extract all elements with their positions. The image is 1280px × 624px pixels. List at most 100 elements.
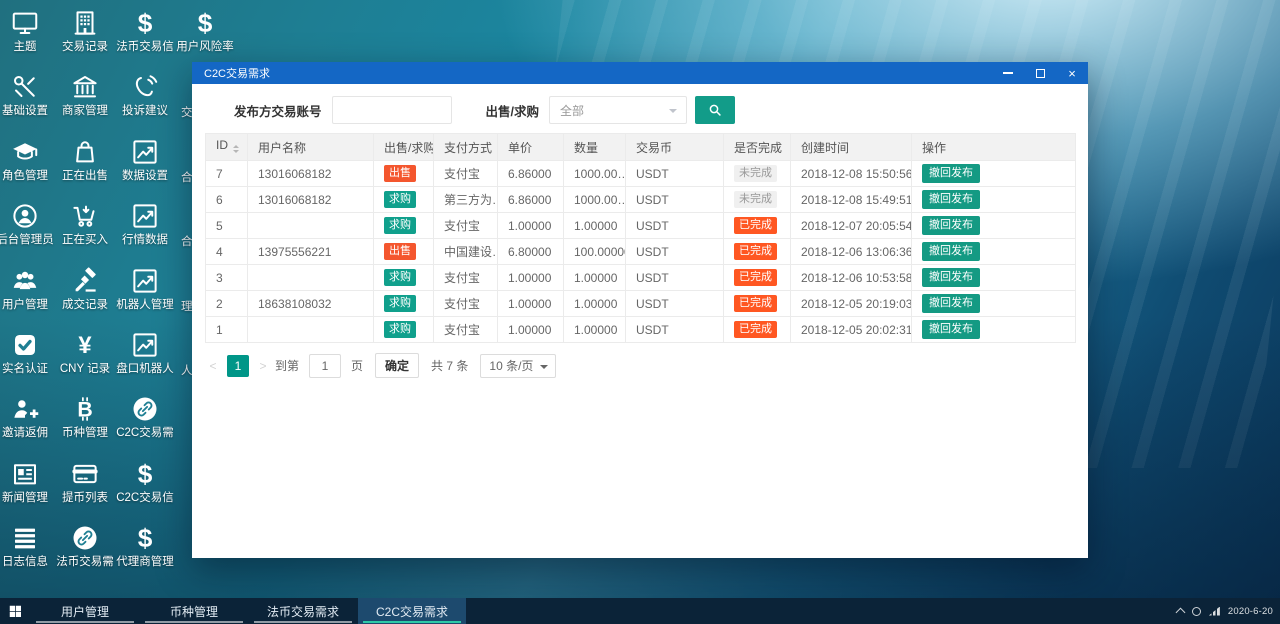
taskbar-item[interactable]: 币种管理: [140, 598, 248, 624]
account-input[interactable]: [331, 96, 452, 124]
desktop-icon[interactable]: $ 法币交易信: [115, 8, 175, 54]
desktop-icon[interactable]: 后台管理员: [0, 201, 55, 247]
desktop-icon[interactable]: 盘口机器人: [115, 330, 175, 376]
taskbar-item[interactable]: 用户管理: [31, 598, 139, 624]
desktop: 主题 基础设置 角色管理 后台管理员 用户管理 实名认证 邀请返佣 新闻管理 日…: [0, 0, 1280, 624]
card-icon: [55, 459, 115, 491]
tray-signal-icon[interactable]: [1208, 606, 1220, 616]
window-controls: ×: [992, 62, 1088, 84]
desktop-icon[interactable]: 主题: [0, 8, 55, 54]
withdraw-publish-button[interactable]: 撤回发布: [922, 190, 980, 209]
building-icon: [55, 8, 115, 40]
cell-status: 未完成: [723, 186, 791, 213]
cell-pay: 支付宝: [433, 160, 498, 187]
dollar-icon: $: [115, 459, 175, 491]
page-unit-label: 页: [351, 359, 364, 373]
withdraw-publish-button[interactable]: 撤回发布: [922, 294, 980, 313]
page-number-button[interactable]: 1: [227, 354, 249, 377]
cell-price: 1.00000: [497, 290, 564, 317]
column-header-id[interactable]: ID: [205, 133, 248, 161]
desktop-icon-label: 币种管理: [62, 427, 108, 440]
maximize-button[interactable]: [1024, 62, 1056, 84]
desktop-icon[interactable]: $ 用户风险率: [175, 8, 235, 54]
desktop-icon-partial-label[interactable]: 合: [181, 233, 193, 249]
withdraw-publish-button[interactable]: 撤回发布: [922, 320, 980, 339]
desktop-icon-partial-label[interactable]: 理: [181, 298, 193, 314]
tray-chevron-icon[interactable]: [1175, 607, 1186, 618]
taskbar-item[interactable]: C2C交易需求: [358, 598, 466, 624]
desktop-icon-partial-label[interactable]: 交: [181, 104, 193, 120]
list-icon: [0, 523, 55, 555]
desktop-icon[interactable]: 日志信息: [0, 523, 55, 569]
desktop-icon[interactable]: $ C2C交易信: [115, 459, 175, 505]
cell-type: 出售: [373, 160, 434, 187]
cell-pay: 第三方为…: [433, 186, 498, 213]
desktop-icon[interactable]: 正在买入: [55, 201, 115, 247]
cell-qty: 1.00000: [563, 290, 626, 317]
tray-clock[interactable]: 2020-6-20: [1228, 606, 1273, 617]
system-tray: 2020-6-20: [1175, 598, 1273, 624]
prev-page-button[interactable]: <: [205, 359, 221, 373]
desktop-icon[interactable]: 机器人管理: [115, 266, 175, 312]
desktop-icon[interactable]: 邀请返佣: [0, 394, 55, 440]
withdraw-publish-button[interactable]: 撤回发布: [922, 242, 980, 261]
cell-status: 已完成: [723, 290, 791, 317]
type-select[interactable]: 全部: [549, 96, 687, 124]
orders-table: ID 用户名称 出售/求购 支付方式 单价 数量 交易币 是否完成 创建时间 操…: [205, 133, 1076, 343]
cell-time: 2018-12-06 13:06:36: [790, 238, 912, 265]
desktop-icon[interactable]: 商家管理: [55, 72, 115, 118]
desktop-icon-label: 用户风险率: [176, 41, 234, 53]
desktop-icon-partial-label[interactable]: 人: [181, 362, 193, 378]
desktop-icon[interactable]: 投诉建议: [115, 72, 175, 118]
pagination: < 1 > 到第 页 确定 共 7 条 10 条/页: [205, 353, 1075, 378]
desktop-icon[interactable]: ¥ CNY 记录: [55, 330, 115, 376]
desktop-icon[interactable]: $ 代理商管理: [115, 523, 175, 569]
minimize-button[interactable]: [992, 62, 1024, 84]
svg-text:¥: ¥: [78, 332, 92, 359]
withdraw-publish-button[interactable]: 撤回发布: [922, 164, 980, 183]
desktop-icon[interactable]: 角色管理: [0, 137, 55, 183]
close-button[interactable]: ×: [1056, 62, 1088, 84]
yen-icon: ¥: [55, 330, 115, 362]
table-row: 6 13016068182 求购 第三方为… 6.86000 1000.00… …: [205, 186, 1076, 213]
next-page-button[interactable]: >: [255, 359, 271, 373]
withdraw-publish-button[interactable]: 撤回发布: [922, 268, 980, 287]
page-size-select[interactable]: 10 条/页: [480, 353, 557, 378]
desktop-icon[interactable]: 实名认证: [0, 330, 55, 376]
desktop-icon[interactable]: 新闻管理: [0, 459, 55, 505]
cell-action: 撤回发布: [911, 212, 1076, 239]
desktop-icon[interactable]: 用户管理: [0, 266, 55, 312]
sort-icon[interactable]: [233, 142, 239, 156]
confirm-button[interactable]: 确定: [375, 353, 420, 378]
maximize-icon: [1035, 68, 1045, 78]
cell-status: 已完成: [723, 264, 791, 291]
cell-pay: 支付宝: [433, 290, 498, 317]
desktop-icon[interactable]: 行情数据: [115, 201, 175, 247]
chart-icon: [115, 266, 175, 298]
cell-qty: 1000.00…: [563, 160, 626, 187]
desktop-icon[interactable]: 数据设置: [115, 137, 175, 183]
desktop-icon[interactable]: C2C交易需: [115, 394, 175, 440]
desktop-icon[interactable]: 基础设置: [0, 72, 55, 118]
search-button[interactable]: [695, 96, 735, 124]
cell-qty: 1.00000: [563, 316, 626, 343]
desktop-icon-partial-label[interactable]: 合: [181, 169, 193, 185]
desktop-icon[interactable]: 交易记录: [55, 8, 115, 54]
cell-user: [247, 264, 374, 291]
withdraw-publish-button[interactable]: 撤回发布: [922, 216, 980, 235]
tray-network-icon[interactable]: [1191, 606, 1201, 616]
type-badge: 出售: [384, 165, 416, 182]
desktop-icon[interactable]: 成交记录: [55, 266, 115, 312]
start-button[interactable]: [0, 598, 30, 624]
desktop-icon[interactable]: 法币交易需: [55, 523, 115, 569]
taskbar-item[interactable]: 法币交易需求: [249, 598, 357, 624]
goto-page-input[interactable]: [309, 353, 342, 378]
window-title: C2C交易需求: [204, 68, 271, 80]
cell-qty: 100.00000: [563, 238, 626, 265]
desktop-icon[interactable]: 提币列表: [55, 459, 115, 505]
cell-price: 1.00000: [497, 316, 564, 343]
desktop-icon[interactable]: B 币种管理: [55, 394, 115, 440]
desktop-icon-label: 代理商管理: [116, 556, 174, 569]
desktop-icon[interactable]: 正在出售: [55, 137, 115, 183]
window-titlebar[interactable]: C2C交易需求 ×: [192, 62, 1088, 84]
